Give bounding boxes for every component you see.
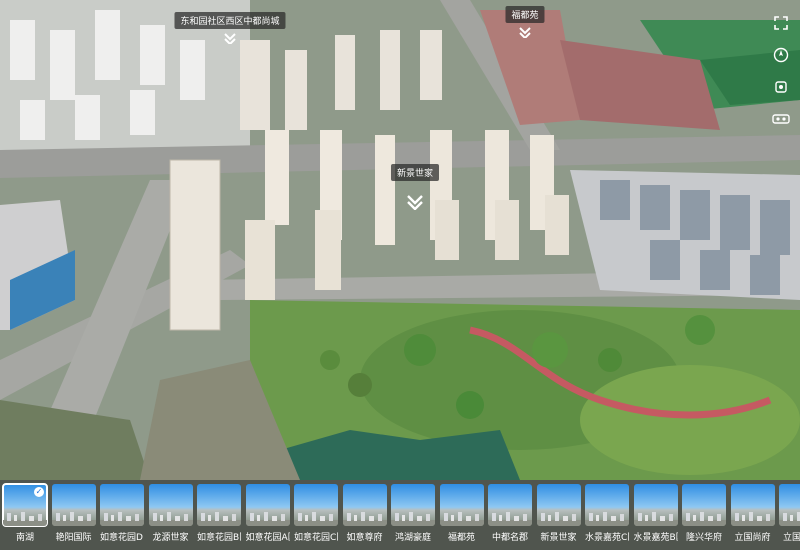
scene-thumbnail[interactable]: 龙源世家 [148,484,193,546]
scene-thumbnail-image: ✓ [2,483,48,527]
scene-thumbnail-image [633,484,678,526]
scene-thumbnail-image [342,484,387,526]
scene-thumbnail-image [585,484,629,526]
scene-thumbnail-label: 新景世家 [540,533,577,543]
scene-thumbnail[interactable]: 福都苑 [439,484,484,546]
gyroscope-icon[interactable] [770,76,792,98]
scene-thumbnail[interactable]: 中都名郡 [488,484,532,546]
location-pin-icon[interactable] [518,26,532,38]
scene-thumbnail[interactable]: ✓ 南湖 [2,483,48,546]
scene-thumbnail-label: 鸿湖豪庭 [394,533,431,543]
scene-thumbnail-image [439,484,484,526]
scene-thumbnail-label: 水景嘉苑C区 [585,533,629,543]
location-pin-icon[interactable] [223,32,237,44]
scene-thumbnail-label: 如意花园A区 [245,533,290,543]
scene-thumbnail[interactable]: 水景嘉苑B区 [633,484,678,546]
scene-thumbnail-image [488,484,532,526]
scene-thumbnail[interactable]: 如意花园A区 [245,484,290,546]
scene-thumbnail[interactable]: 鸿湖豪庭 [391,484,435,546]
scene-thumbnail-image [51,484,96,526]
side-toolbar [770,12,796,140]
map-label-fuyuan[interactable]: 福都苑 [505,6,545,23]
scene-thumbnail-image [294,484,338,526]
compass-icon[interactable] [770,44,792,66]
location-pin-icon[interactable] [406,194,424,210]
scene-thumbnail-image [197,484,241,526]
scene-thumbnail[interactable]: 立国尚府 [730,484,775,546]
scene-thumbnail-image [391,484,435,526]
scene-thumbnail-label: 福都苑 [447,533,475,543]
scene-thumbnail-label: 中都名郡 [491,533,528,543]
scene-thumbnail-image [779,484,800,526]
scene-thumbnail-label: 如意花园C区 [294,533,338,543]
scene-thumbnail-label: 立国尚府 [782,533,800,543]
scene-thumbnail[interactable]: 新景世家 [536,484,581,546]
scene-thumbnail[interactable]: 如意花园C区 [294,484,338,546]
aerial-panorama-view[interactable]: 东和园社区西区中都尚城 福都苑 新景世家 [0,0,800,550]
scene-thumbnail-image [536,484,581,526]
scene-thumbnail-label: 龙源世家 [152,533,189,543]
scene-thumbnail-label: 南湖 [15,533,34,543]
scene-thumbnail-label: 水景嘉苑B区 [633,533,678,543]
vr-glasses-icon[interactable] [770,108,792,130]
scene-thumbnail-label: 如意尊府 [346,533,383,543]
scene-thumbnail[interactable]: 如意花园B区 [197,484,241,546]
map-label-donghe[interactable]: 东和园社区西区中都尚城 [174,12,286,29]
scene-thumbnail-image [148,484,193,526]
scene-thumbnail-label: 如意花园B区 [197,533,241,543]
scene-thumbnail[interactable]: 如意花园D E [100,484,144,546]
scene-thumbnail-label: 如意花园D E [100,533,144,543]
scene-thumbnail[interactable]: 艳阳国际 [51,484,96,546]
scene-thumbnail-strip[interactable]: ✓ 南湖 艳阳国际如意花园D E 龙源世家如意花园B区如意花园A区如意花园C区如意尊府… [0,480,800,550]
scene-thumbnail-image [730,484,775,526]
scene-thumbnail[interactable]: 隆兴华府 [682,484,726,546]
aerial-city-image [0,0,800,550]
scene-thumbnail-image [245,484,290,526]
scene-thumbnail[interactable]: 立国尚府 [779,484,800,546]
map-label-center[interactable]: 新景世家 [390,164,440,181]
scene-thumbnail-label: 艳阳国际 [55,533,92,543]
scene-thumbnail[interactable]: 水景嘉苑C区 [585,484,629,546]
scene-thumbnail-label: 隆兴华府 [685,533,722,543]
scene-thumbnail-label: 立国尚府 [734,533,771,543]
scene-thumbnail[interactable]: 如意尊府 [342,484,387,546]
scene-thumbnail-image [100,484,144,526]
expand-icon[interactable] [770,12,792,34]
scene-thumbnail-image [682,484,726,526]
selected-check-icon: ✓ [34,487,44,497]
